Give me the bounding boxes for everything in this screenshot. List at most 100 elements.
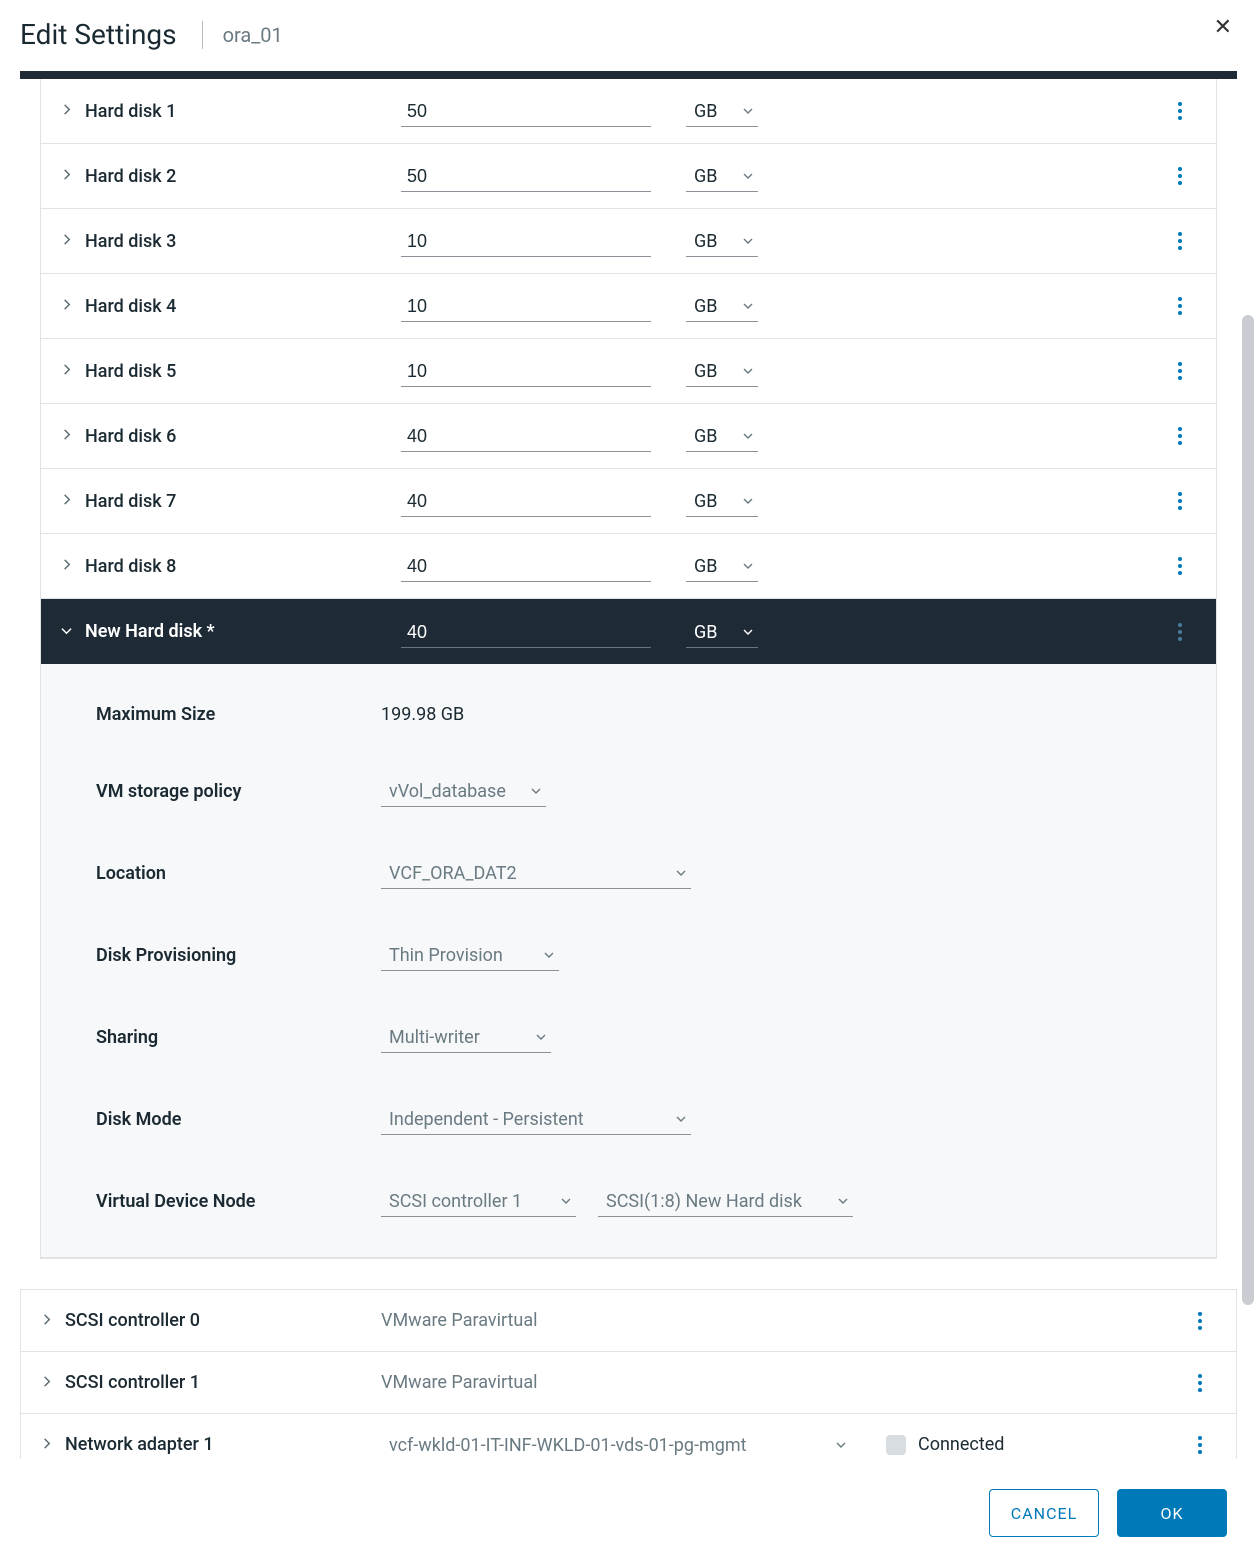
ok-button[interactable]: OK (1117, 1489, 1227, 1537)
chevron-down-icon (835, 1435, 847, 1456)
storage-policy-dropdown[interactable]: vVol_database (381, 775, 546, 807)
chevron-right-icon[interactable] (41, 1375, 55, 1391)
disk-unit-dropdown[interactable]: GB (686, 95, 758, 127)
location-dropdown[interactable]: VCF_ORA_DAT2 (381, 857, 691, 889)
disk-unit-dropdown[interactable]: GB (686, 485, 758, 517)
chevron-right-icon[interactable] (61, 558, 75, 574)
unit-label: GB (694, 231, 717, 252)
chevron-down-icon (560, 1191, 572, 1212)
kebab-menu-icon[interactable] (1172, 291, 1188, 321)
chevron-down-icon (742, 556, 754, 577)
scsi1-value: VMware Paravirtual (381, 1372, 538, 1393)
chevron-down-icon (675, 1109, 687, 1130)
kebab-menu-icon[interactable] (1172, 356, 1188, 386)
provisioning-dropdown[interactable]: Thin Provision (381, 939, 559, 971)
hardware-list: Hard disk 1 GB Hard disk 2 GB Hard disk … (40, 79, 1217, 1259)
disk-size-input[interactable] (401, 355, 651, 387)
chevron-right-icon[interactable] (61, 298, 75, 314)
hard-disk-row[interactable]: Hard disk 4 GB (41, 274, 1216, 339)
hard-disk-row[interactable]: Hard disk 3 GB (41, 209, 1216, 274)
chevron-down-icon (742, 426, 754, 447)
new-disk-label: New Hard disk * (85, 621, 380, 642)
sharing-dropdown[interactable]: Multi-writer (381, 1021, 551, 1053)
disk-mode-dropdown[interactable]: Independent - Persistent (381, 1103, 691, 1135)
chevron-right-icon[interactable] (61, 428, 75, 444)
hard-disk-row[interactable]: Hard disk 2 GB (41, 144, 1216, 209)
chevron-down-icon[interactable] (61, 624, 75, 640)
new-hard-disk-row[interactable]: New Hard disk * GB (41, 599, 1216, 664)
scsi0-label: SCSI controller 0 (65, 1310, 200, 1331)
controllers-panel: SCSI controller 0 VMware Paravirtual SCS… (20, 1289, 1237, 1479)
scrollbar-thumb[interactable] (1242, 315, 1254, 1305)
connected-label: Connected (918, 1434, 1004, 1455)
chevron-down-icon (535, 1027, 547, 1048)
sharing-label: Sharing (96, 1027, 381, 1048)
max-size-value: 199.98 GB (381, 704, 464, 725)
new-disk-unit-dropdown[interactable]: GB (686, 616, 758, 648)
scsi-controller-1-row[interactable]: SCSI controller 1 VMware Paravirtual (21, 1352, 1236, 1414)
kebab-menu-icon[interactable] (1172, 551, 1188, 581)
chevron-right-icon[interactable] (61, 363, 75, 379)
storage-policy-label: VM storage policy (96, 781, 381, 802)
disk-size-input[interactable] (401, 420, 651, 452)
new-disk-size-input[interactable] (401, 616, 651, 648)
disk-unit-dropdown[interactable]: GB (686, 550, 758, 582)
hard-disk-row[interactable]: Hard disk 8 GB (41, 534, 1216, 599)
hard-disk-row[interactable]: Hard disk 5 GB (41, 339, 1216, 404)
chevron-down-icon (742, 166, 754, 187)
unit-label: GB (694, 101, 717, 122)
disk-size-input[interactable] (401, 485, 651, 517)
disk-size-input[interactable] (401, 95, 651, 127)
scsi-controller-0-row[interactable]: SCSI controller 0 VMware Paravirtual (21, 1290, 1236, 1352)
chevron-right-icon[interactable] (61, 168, 75, 184)
disk-unit-dropdown[interactable]: GB (686, 160, 758, 192)
kebab-menu-icon[interactable] (1192, 1306, 1208, 1336)
disk-label: Hard disk 1 (85, 101, 380, 122)
kebab-menu-icon[interactable] (1172, 96, 1188, 126)
scsi1-label: SCSI controller 1 (65, 1372, 200, 1393)
chevron-down-icon (543, 945, 555, 966)
chevron-right-icon[interactable] (41, 1437, 55, 1453)
net1-network-dropdown[interactable]: vcf-wkld-01-IT-INF-WKLD-01-vds-01-pg-mgm… (381, 1429, 851, 1461)
unit-label: GB (694, 361, 717, 382)
cancel-button[interactable]: CANCEL (989, 1489, 1099, 1537)
kebab-menu-icon[interactable] (1172, 421, 1188, 451)
kebab-menu-icon[interactable] (1192, 1368, 1208, 1398)
chevron-right-icon[interactable] (61, 103, 75, 119)
unit-label: GB (694, 296, 717, 317)
disk-size-input[interactable] (401, 225, 651, 257)
kebab-menu-icon[interactable] (1172, 617, 1188, 647)
kebab-menu-icon[interactable] (1172, 486, 1188, 516)
disk-label: Hard disk 8 (85, 556, 380, 577)
kebab-menu-icon[interactable] (1172, 161, 1188, 191)
vdev-slot-dropdown[interactable]: SCSI(1:8) New Hard disk (598, 1185, 853, 1217)
disk-unit-dropdown[interactable]: GB (686, 225, 758, 257)
vertical-scrollbar[interactable] (1242, 90, 1254, 1435)
kebab-menu-icon[interactable] (1192, 1430, 1208, 1460)
hard-disk-row[interactable]: Hard disk 6 GB (41, 404, 1216, 469)
chevron-down-icon (742, 231, 754, 252)
chevron-down-icon (742, 622, 754, 643)
unit-label: GB (694, 622, 717, 643)
chevron-right-icon[interactable] (61, 233, 75, 249)
disk-size-input[interactable] (401, 160, 651, 192)
vdev-node-label: Virtual Device Node (96, 1191, 381, 1212)
max-size-label: Maximum Size (96, 704, 381, 725)
net1-connected-checkbox[interactable] (886, 1435, 906, 1455)
vdev-controller-dropdown[interactable]: SCSI controller 1 (381, 1185, 576, 1217)
disk-label: Hard disk 2 (85, 166, 380, 187)
disk-unit-dropdown[interactable]: GB (686, 355, 758, 387)
chevron-down-icon (675, 863, 687, 884)
hard-disk-row[interactable]: Hard disk 1 GB (41, 79, 1216, 144)
chevron-right-icon[interactable] (61, 493, 75, 509)
disk-size-input[interactable] (401, 550, 651, 582)
provisioning-label: Disk Provisioning (96, 945, 381, 966)
disk-size-input[interactable] (401, 290, 651, 322)
disk-unit-dropdown[interactable]: GB (686, 420, 758, 452)
chevron-right-icon[interactable] (41, 1313, 55, 1329)
close-icon[interactable]: ✕ (1214, 15, 1232, 40)
disk-unit-dropdown[interactable]: GB (686, 290, 758, 322)
chevron-down-icon (742, 296, 754, 317)
hard-disk-row[interactable]: Hard disk 7 GB (41, 469, 1216, 534)
kebab-menu-icon[interactable] (1172, 226, 1188, 256)
